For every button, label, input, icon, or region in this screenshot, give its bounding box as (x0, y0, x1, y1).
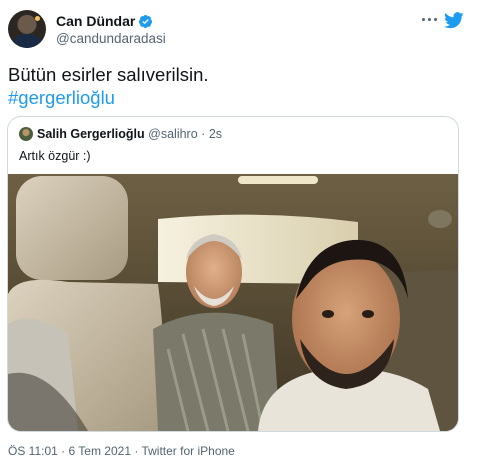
twitter-logo-icon[interactable] (444, 12, 464, 29)
quoted-tweet-header: Salih Gergerlioğlu @salihro · 2s (37, 127, 222, 141)
author-name-row: Can Dündar (56, 13, 153, 29)
author-handle[interactable]: @candundaradasi (56, 31, 166, 46)
quoted-tweet[interactable]: Salih Gergerlioğlu @salihro · 2s Artık ö… (7, 116, 459, 432)
author-display-name[interactable]: Can Dündar (56, 13, 135, 29)
quoted-tweet-photo[interactable] (8, 174, 458, 431)
tweet-text: Bütün esirler salıverilsin. (8, 64, 209, 85)
author-avatar[interactable] (8, 10, 46, 48)
hashtag-link[interactable]: #gergerlioğlu (8, 87, 115, 109)
footer-separator-2: · (134, 444, 139, 458)
footer-separator-1: · (61, 444, 66, 458)
quoted-author-name[interactable]: Salih Gergerlioğlu (37, 127, 145, 141)
tweet-time[interactable]: ÖS 11:01 (8, 444, 58, 458)
tweet-footer: ÖS 11:01 · 6 Tem 2021 · Twitter for iPho… (8, 444, 235, 458)
tweet-source[interactable]: Twitter for iPhone (141, 444, 234, 458)
quoted-author-avatar[interactable] (19, 127, 33, 141)
quoted-author-handle[interactable]: @salihro (148, 127, 198, 141)
tweet-date[interactable]: 6 Tem 2021 (69, 444, 132, 458)
tweet-card: Can Dündar @candundaradasi Bütün esirler… (0, 0, 478, 471)
more-icon[interactable] (418, 12, 440, 26)
quoted-tweet-text: Artık özgür :) (19, 149, 91, 163)
quoted-separator: · (201, 127, 206, 141)
verified-badge-icon (139, 14, 153, 28)
quoted-time[interactable]: 2s (209, 127, 222, 141)
